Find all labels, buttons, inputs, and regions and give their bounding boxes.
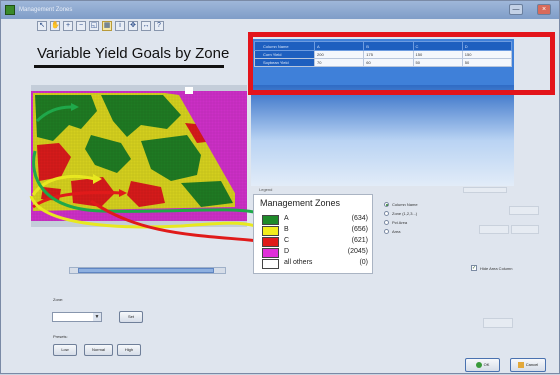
zone-label: Zone:: [53, 297, 64, 302]
legend-item: all others (0): [262, 259, 374, 269]
legend-zone-count: (621): [351, 237, 368, 244]
presets-label: Presets:: [53, 334, 68, 339]
ok-icon: [475, 361, 482, 368]
preset-high-button[interactable]: High: [117, 344, 141, 356]
radio-zone-number[interactable]: Zone (1,2,3...): [384, 209, 418, 218]
legend-zone-name: C: [284, 237, 290, 244]
set-button[interactable]: Set: [119, 311, 143, 323]
cancel-button[interactable]: Cancel: [510, 358, 546, 372]
legend-swatch: [262, 237, 279, 247]
disabled-label: [463, 187, 507, 193]
hide-area-checkbox[interactable]: ✓ Hide Area Column: [471, 265, 512, 271]
legend-swatch: [262, 259, 279, 269]
legend-title: Management Zones: [260, 198, 341, 208]
legend-zone-count: (2045): [347, 248, 368, 255]
disabled-button: [479, 225, 509, 234]
zone-select[interactable]: ▼: [52, 312, 102, 322]
ok-button[interactable]: OK: [465, 358, 500, 372]
radio-dot[interactable]: [384, 229, 389, 234]
radio-dot[interactable]: [384, 211, 389, 216]
disabled-button: [509, 206, 539, 215]
radio-dot[interactable]: [384, 202, 389, 207]
legend-caption: Legend: [259, 187, 273, 192]
preset-low-button[interactable]: Low: [53, 344, 77, 356]
radio-column-name[interactable]: Column Name: [384, 200, 418, 209]
zone-legend: Management Zones A (634) B (656) C (621)…: [253, 194, 373, 274]
grid-empty-area: [251, 85, 514, 186]
legend-item: A (634): [262, 215, 374, 225]
legend-swatch: [262, 248, 279, 258]
legend-zone-name: B: [284, 226, 289, 233]
radio-area[interactable]: Area: [384, 227, 418, 236]
checkbox-box[interactable]: ✓: [471, 265, 477, 271]
cancel-icon: [517, 361, 524, 368]
legend-zone-name: D: [284, 248, 290, 255]
legend-zone-name: A: [284, 215, 289, 222]
map-horizontal-scrollbar[interactable]: [69, 267, 226, 274]
label-options: Column Name Zone (1,2,3...) Pct Area Are…: [384, 200, 418, 236]
preset-normal-button[interactable]: Normal: [84, 344, 113, 356]
radio-dot[interactable]: [384, 220, 389, 225]
disabled-button: [511, 225, 539, 234]
legend-swatch: [262, 215, 279, 225]
legend-zone-count: (0): [359, 259, 368, 266]
legend-item: D (2045): [262, 248, 374, 258]
management-zones-window: Management Zones — × ↖ ✋ + − ◱ ▦ i ✥ ↔? Variable…: [0, 0, 560, 374]
legend-zone-count: (656): [351, 226, 368, 233]
scrollbar-thumb[interactable]: [78, 268, 214, 273]
highlight-frame: [248, 32, 555, 95]
legend-zone-count: (634): [351, 215, 368, 222]
legend-item: B (656): [262, 226, 374, 236]
legend-item: C (621): [262, 237, 374, 247]
chevron-down-icon[interactable]: ▼: [93, 313, 101, 321]
disabled-button: [483, 318, 513, 328]
radio-pct-area[interactable]: Pct Area: [384, 218, 418, 227]
legend-zone-name: all others: [284, 259, 313, 266]
legend-swatch: [262, 226, 279, 236]
